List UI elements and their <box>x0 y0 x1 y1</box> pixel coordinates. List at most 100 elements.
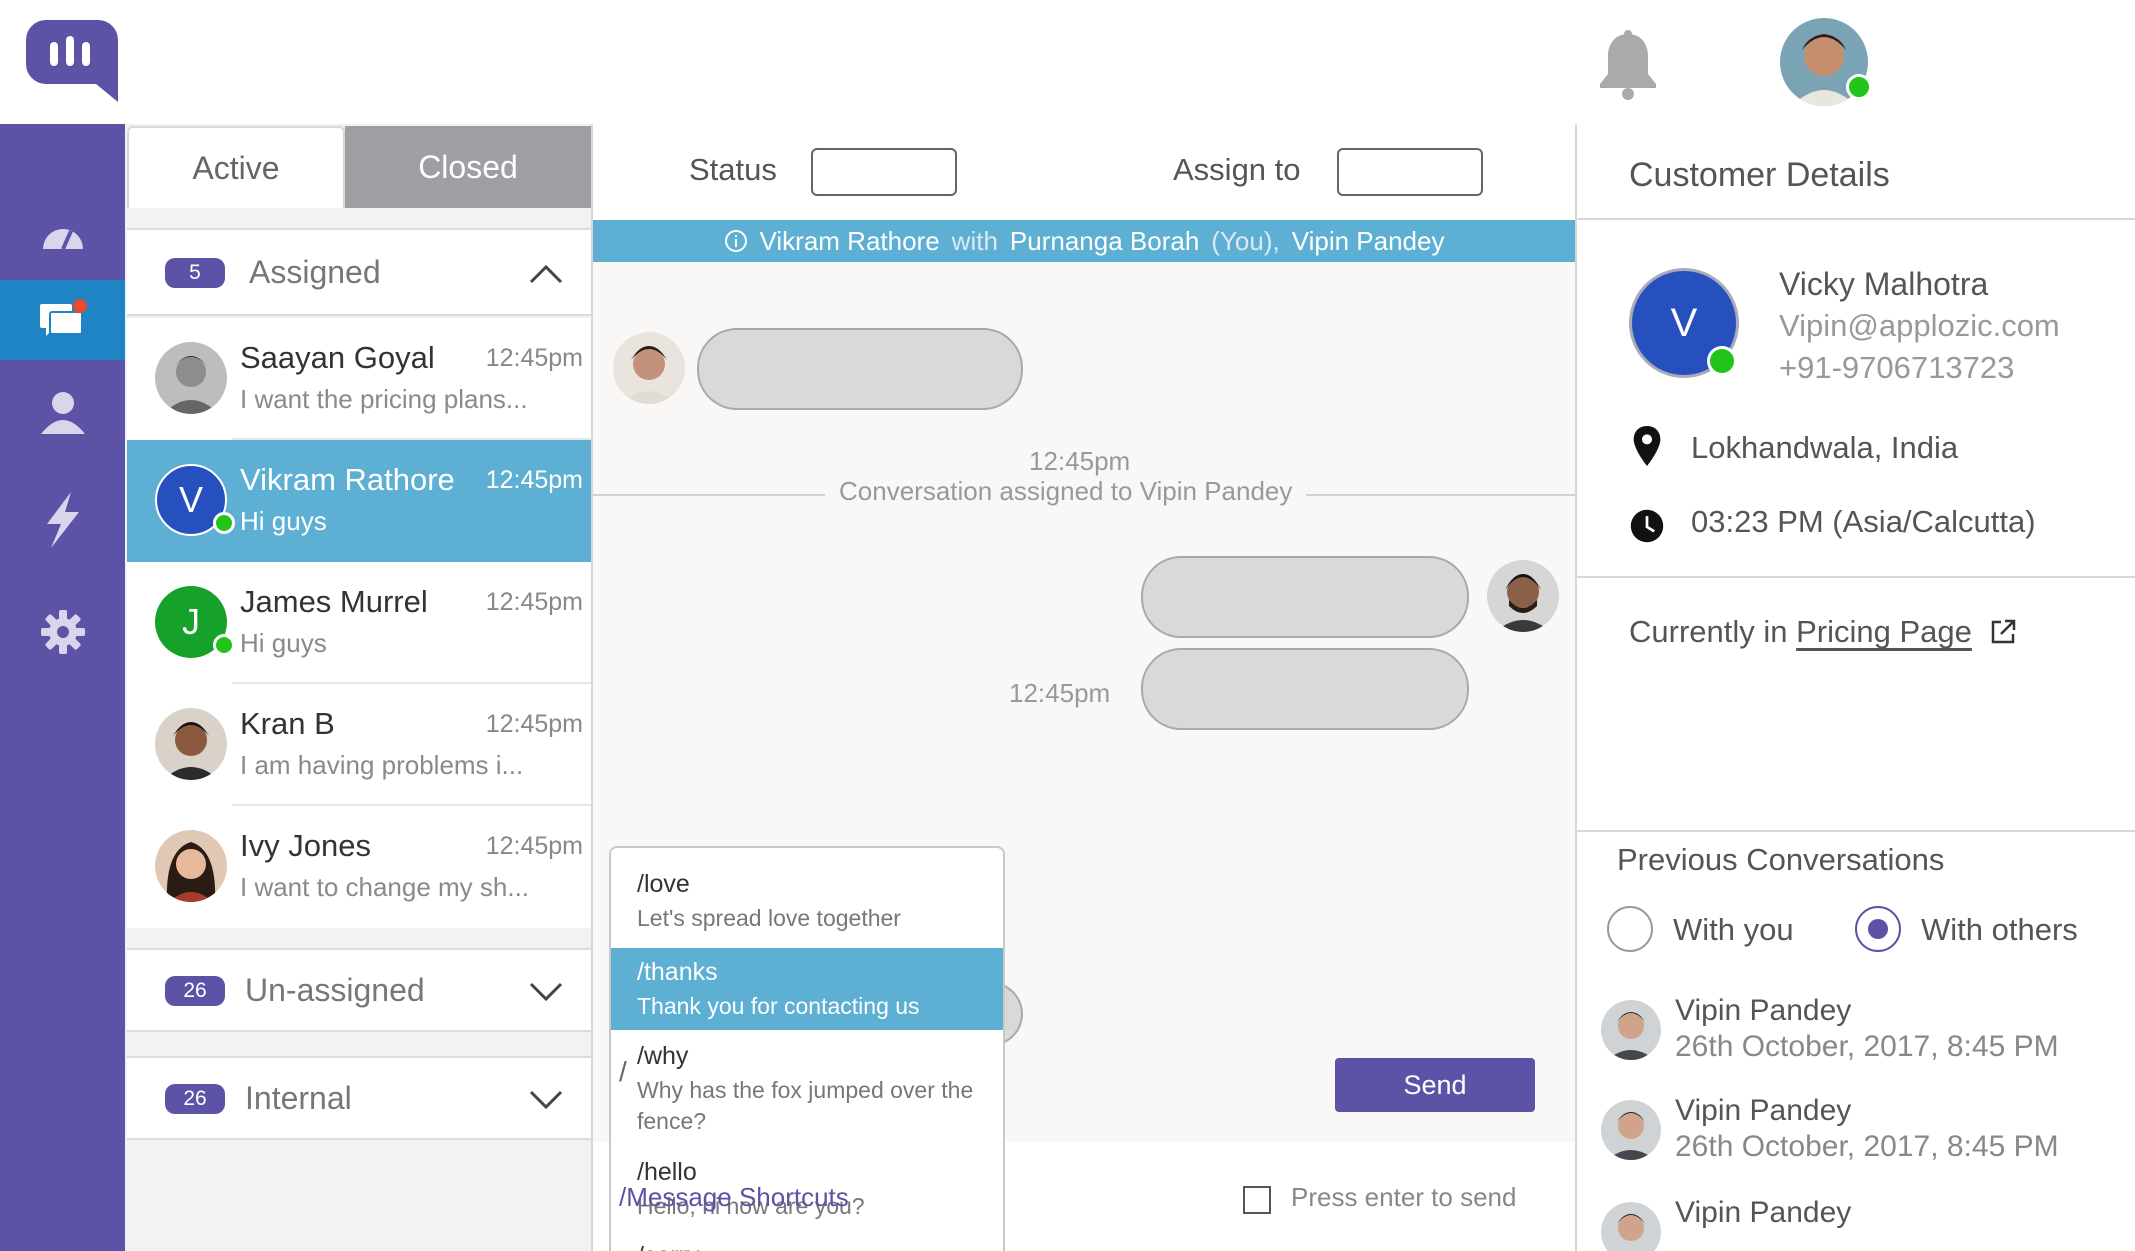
info-other-agent: Vipin Pandey <box>1291 225 1445 256</box>
previous-conversation-item[interactable]: Vipin Pandey 26th October, 2017, 8:45 PM <box>1601 1094 2121 1180</box>
radio-with-you[interactable] <box>1607 906 1653 952</box>
bell-icon[interactable] <box>1595 30 1661 100</box>
shortcut-item-highlighted[interactable]: /thanks Thank you for contacting us <box>611 948 1003 1030</box>
nav-dashboard[interactable] <box>0 196 125 276</box>
conversation-list: Active Closed 5 Assigned Saayan Goyal 12… <box>125 124 593 1251</box>
customer-email[interactable]: Vipin@applozic.com <box>1779 308 2060 344</box>
nav-conversations[interactable] <box>0 280 125 360</box>
nav-settings[interactable] <box>0 592 125 672</box>
previous-conversation-item[interactable]: Vipin Pandey <box>1601 1196 2121 1251</box>
unassigned-count-badge: 26 <box>165 976 225 1006</box>
online-status-dot <box>1846 74 1872 100</box>
tab-active[interactable]: Active <box>127 126 345 208</box>
customer-location: Lokhandwala, India <box>1691 430 1959 465</box>
shortcut-item[interactable]: /sorry <box>611 1234 1003 1251</box>
agent-avatar <box>1487 560 1559 632</box>
conversation-item-selected[interactable]: V Vikram Rathore 12:45pm Hi guys <box>127 440 591 562</box>
chat-panel: Status Assign to Vikram Rathore with Pur… <box>593 124 1575 1251</box>
status-dropdown[interactable] <box>811 148 957 196</box>
chat-logo-icon[interactable] <box>26 20 118 102</box>
divider <box>1577 576 2135 578</box>
unassigned-section-header[interactable]: 26 Un-assigned <box>127 948 591 1032</box>
assigned-section-header[interactable]: 5 Assigned <box>127 228 591 316</box>
nav-users[interactable] <box>0 372 125 452</box>
chevron-down-icon[interactable] <box>529 982 563 1002</box>
conversation-preview: Hi guys <box>240 628 327 658</box>
avatar <box>1601 1000 1661 1060</box>
incoming-message-bubble[interactable] <box>697 328 1023 410</box>
clock-icon <box>1630 509 1664 543</box>
previous-conversation-name: Vipin Pandey <box>1675 994 1852 1027</box>
info-you: (You), <box>1211 225 1280 256</box>
previous-conversations-title: Previous Conversations <box>1617 842 1945 877</box>
previous-conversation-name: Vipin Pandey <box>1675 1094 1852 1127</box>
radio-with-others[interactable] <box>1855 906 1901 952</box>
shortcut-item[interactable]: /why Why has the fox jumped over the fen… <box>611 1030 1003 1148</box>
avatar <box>155 830 227 902</box>
outgoing-message-bubble[interactable] <box>1141 556 1469 638</box>
conversation-item[interactable]: Kran B 12:45pm I am having problems i... <box>127 684 591 806</box>
current-page-prefix: Currently in <box>1629 614 1788 649</box>
conversation-preview: I want to change my sh... <box>240 872 530 902</box>
lightning-icon <box>46 492 79 548</box>
radio-with-others-label: With others <box>1921 912 2078 947</box>
chevron-down-icon[interactable] <box>529 1090 563 1110</box>
assigned-count-badge: 5 <box>165 258 225 288</box>
message-time: 12:45pm <box>1009 678 1111 708</box>
conversation-item[interactable]: Saayan Goyal 12:45pm I want the pricing … <box>127 318 591 440</box>
shortcut-item[interactable]: /love Let's spread love together <box>611 848 1003 948</box>
conversation-item[interactable]: Ivy Jones 12:45pm I want to change my sh… <box>127 806 591 928</box>
info-customer: Vikram Rathore <box>759 225 940 256</box>
send-button[interactable]: Send <box>1335 1058 1535 1112</box>
shortcut-key: /sorry <box>637 1242 1003 1251</box>
assign-dropdown[interactable] <box>1337 148 1483 196</box>
info-icon <box>724 230 747 252</box>
conversation-name: Ivy Jones <box>240 828 371 863</box>
message-input[interactable]: / <box>619 1056 627 1088</box>
shortcut-key: /why <box>637 1042 689 1070</box>
tab-closed[interactable]: Closed <box>345 126 591 208</box>
customer-phone[interactable]: +91-9706713723 <box>1779 350 2014 386</box>
chevron-up-icon[interactable] <box>529 264 563 284</box>
conversations-icon <box>39 299 87 336</box>
outgoing-message-bubble[interactable] <box>1141 648 1469 730</box>
avatar <box>1601 1202 1661 1251</box>
conversation-time: 12:45pm <box>485 588 583 616</box>
online-status-dot <box>213 512 235 534</box>
chat-header: Status Assign to <box>593 124 1575 220</box>
internal-section-header[interactable]: 26 Internal <box>127 1056 591 1140</box>
internal-count-badge: 26 <box>165 1084 225 1114</box>
message-thread: 12:45pm Conversation assigned to Vipin P… <box>593 262 1575 1251</box>
nav-integrations[interactable] <box>0 480 125 560</box>
info-with: with <box>951 225 998 256</box>
customer-name: Vicky Malhotra <box>1779 266 1989 302</box>
conversation-name: Vikram Rathore <box>240 462 455 497</box>
customer-avatar <box>613 332 685 404</box>
previous-conversation-item[interactable]: Vipin Pandey 26th October, 2017, 8:45 PM <box>1601 994 2121 1080</box>
shortcut-key: /love <box>637 870 690 898</box>
shortcut-key: /thanks <box>637 958 718 986</box>
divider <box>1577 218 2135 220</box>
previous-conversation-date: 26th October, 2017, 8:45 PM <box>1675 1130 2059 1163</box>
message-shortcuts-link[interactable]: /Message Shortcuts <box>619 1182 849 1213</box>
press-enter-label: Press enter to send <box>1291 1182 1517 1212</box>
online-status-dot <box>213 634 235 656</box>
conversation-preview: I am having problems i... <box>240 750 524 780</box>
avatar <box>155 708 227 780</box>
conversation-time: 12:45pm <box>485 710 583 738</box>
radio-with-you-label: With you <box>1673 912 1794 947</box>
current-page-info: Currently in Pricing Page <box>1629 614 2017 650</box>
nav-dashboard[interactable] <box>0 124 125 204</box>
press-enter-checkbox[interactable] <box>1243 1186 1271 1214</box>
previous-conversation-date: 26th October, 2017, 8:45 PM <box>1675 1030 2059 1063</box>
avatar <box>155 342 227 414</box>
current-page-link[interactable]: Pricing Page <box>1796 614 1972 649</box>
conversation-preview: I want the pricing plans... <box>240 384 528 414</box>
shortcut-description: Thank you for contacting us <box>637 993 920 1019</box>
shortcut-description: Let's spread love together <box>637 905 901 931</box>
top-bar <box>0 0 2135 124</box>
online-status-dot <box>1707 346 1737 376</box>
conversation-item[interactable]: J James Murrel 12:45pm Hi guys <box>127 562 591 684</box>
external-link-icon[interactable] <box>1989 618 2017 646</box>
users-icon <box>40 392 85 434</box>
